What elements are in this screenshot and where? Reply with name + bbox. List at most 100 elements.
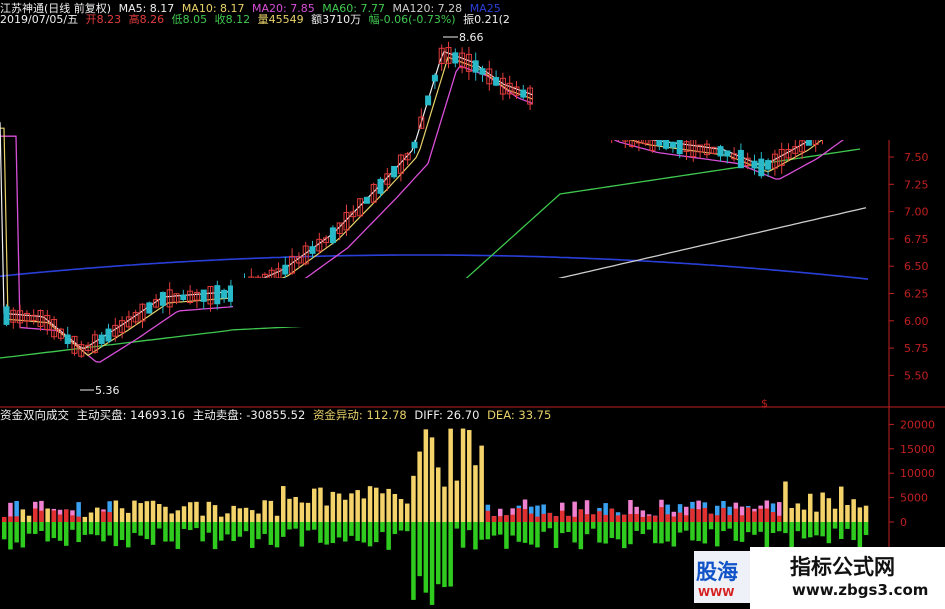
sell-bar (268, 522, 274, 545)
sell-bar (572, 522, 577, 543)
price-tick-label: 6.50 (904, 260, 929, 273)
sell-bar (14, 522, 19, 543)
candle-body (3, 306, 10, 325)
indicator-tick-label: 10000 (900, 467, 935, 480)
candle-body (676, 137, 683, 155)
sell-bar (82, 522, 88, 535)
sell-bar (392, 522, 398, 535)
sell-bar (113, 522, 119, 547)
buy-bar (361, 498, 367, 522)
sell-bar (857, 522, 863, 548)
sell-bar (547, 522, 553, 529)
flow-bar-red (671, 516, 677, 522)
indicator-name: 资金双向成交 (0, 408, 69, 422)
buy-bar (200, 515, 205, 522)
buy-bar (789, 507, 794, 522)
flow-bar-red (584, 514, 590, 522)
buy-bar (194, 501, 199, 522)
sell-bar (243, 522, 249, 532)
candle-body (493, 76, 500, 86)
buy-bar (336, 493, 342, 522)
high-price-label: 8.66 (459, 31, 484, 44)
sell-bar (305, 522, 311, 531)
buy-bar (299, 502, 305, 522)
flow-bar-red (640, 516, 646, 522)
sell-bar (764, 522, 770, 550)
capital-anomaly-value: 资金异动: 112.78 (312, 408, 407, 422)
sell-bar (715, 522, 720, 547)
watermark-left-sub: WWW (698, 586, 735, 599)
sell-bar (498, 522, 503, 535)
sell-bar (2, 522, 7, 540)
chart-header-quote: 2019/07/05/五 开8.23 高8.26 低8.05 收8.12 量45… (0, 13, 514, 26)
flow-bar-red (702, 507, 708, 522)
candle-body (452, 52, 459, 64)
candle-body (663, 138, 670, 149)
candle-body (724, 150, 731, 157)
sell-bar (380, 522, 385, 533)
sell-bar (26, 522, 32, 534)
sell-bar (690, 522, 695, 541)
sell-bar (448, 522, 453, 587)
sell-bar (442, 522, 447, 588)
sell-bar (845, 522, 850, 529)
flow-bar-red (553, 516, 559, 522)
price-annotations: 8.66 5.36 (80, 31, 484, 397)
flow-bar-red (76, 516, 81, 522)
flow-bar-red (696, 509, 701, 522)
sell-bar (702, 522, 708, 544)
buy-bar (88, 512, 94, 522)
sell-bar (51, 522, 57, 539)
buy-bar (293, 496, 298, 522)
quote-date: 2019/07/05/五 (0, 13, 79, 26)
buy-bar (795, 503, 801, 522)
flow-bar-red (541, 513, 546, 522)
buy-bar (417, 451, 422, 522)
sell-bar (324, 522, 329, 545)
sell-bar (634, 522, 639, 531)
sell-bar (76, 522, 81, 543)
flow-bar-red (491, 516, 497, 522)
buy-bar (386, 488, 391, 522)
sell-bar (138, 522, 143, 536)
flow-bar-red (535, 516, 540, 522)
sell-bar (188, 522, 193, 531)
flow-bar-red (622, 514, 627, 522)
flow-bar-red (578, 509, 584, 522)
price-tick-label: 7.00 (904, 206, 929, 219)
ma250-line (0, 254, 869, 280)
buy-bar (181, 506, 187, 522)
buy-bar (95, 507, 100, 522)
indicator-tick-label: 15000 (900, 443, 935, 456)
buy-bar (274, 515, 280, 522)
buy-bar (318, 487, 323, 522)
buy-bar (479, 445, 484, 522)
buy-bar (808, 493, 813, 522)
sell-bar (560, 522, 565, 534)
sell-bar (119, 522, 125, 541)
sell-bar (578, 522, 584, 550)
buy-bar (429, 437, 435, 522)
sell-bar (361, 522, 367, 543)
price-axis: 7.50 7.25 7.00 6.75 6.50 6.25 6.00 5.75 5.50 $200… (761, 151, 935, 529)
flow-bar-red (51, 510, 57, 522)
buy-bar (411, 475, 416, 522)
sell-bar (417, 522, 422, 577)
buy-bar (423, 429, 429, 522)
price-tick-label: 7.50 (904, 151, 929, 164)
sell-bar (107, 522, 112, 536)
candle-body (64, 334, 71, 345)
sell-bar (126, 522, 131, 548)
active-sell-value: 主动卖盘: -30855.52 (192, 408, 306, 422)
buy-bar (467, 430, 472, 522)
buy-bar (814, 511, 819, 522)
flow-bar-red (547, 512, 553, 522)
sell-bar (206, 522, 212, 533)
flow-bar-red (8, 516, 13, 522)
sell-bar (467, 522, 472, 531)
buy-bar (169, 513, 174, 522)
indicator-header: 资金双向成交 主动买盘: 14693.16 主动卖盘: -30855.52 资金… (0, 409, 555, 422)
buy-bar (132, 500, 137, 522)
sell-bar (454, 522, 460, 529)
sell-bar (659, 522, 664, 544)
